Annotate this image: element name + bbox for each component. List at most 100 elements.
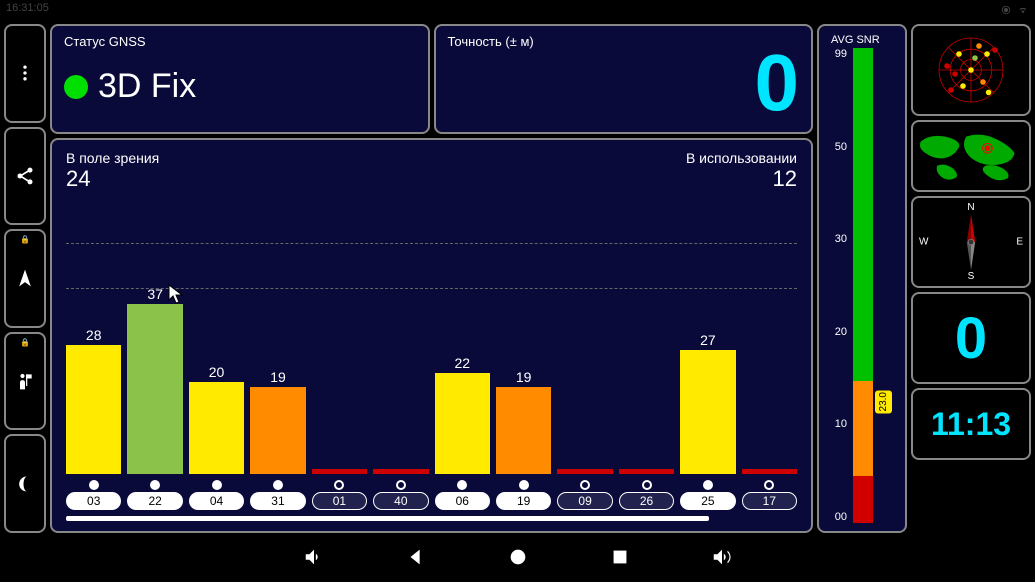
satellite-label-slot: 25 <box>680 476 735 510</box>
satellite-id-pill: 40 <box>373 492 428 510</box>
chart-scrollbar[interactable] <box>66 516 709 521</box>
wifi-icon <box>1017 5 1029 15</box>
satellite-label-slot: 09 <box>557 476 612 510</box>
snr-tick: 99 <box>825 48 847 60</box>
waypoint-button[interactable]: 🔒 <box>4 332 46 431</box>
sat-used-dot-icon <box>642 480 652 490</box>
bar-rect <box>435 373 490 474</box>
recents-button[interactable] <box>609 546 631 573</box>
gnss-status-panel[interactable]: Статус GNSS 3D Fix <box>50 24 430 134</box>
bar-rect <box>619 469 674 474</box>
bar-value: 37 <box>147 286 163 302</box>
skyplot-icon <box>926 30 1016 110</box>
satellite-bar <box>557 469 612 474</box>
share-button[interactable] <box>4 127 46 226</box>
bar-rect <box>312 469 367 474</box>
lock-icon: 🔒 <box>20 338 30 347</box>
satellite-label-slot: 26 <box>619 476 674 510</box>
satellite-bar: 28 <box>66 327 121 474</box>
home-icon <box>507 546 529 568</box>
in-view-count: 24 <box>66 166 159 192</box>
counter-panel[interactable]: 0 <box>911 292 1031 384</box>
sat-used-dot-icon <box>764 480 774 490</box>
worldmap-button[interactable] <box>911 120 1031 192</box>
satellite-bar <box>742 469 797 474</box>
bar-rect <box>127 304 182 474</box>
snr-ticks: 995030201000 <box>825 48 851 523</box>
satellite-id-pill: 19 <box>496 492 551 510</box>
sat-used-dot-icon <box>703 480 713 490</box>
navigation-button[interactable]: 🔒 <box>4 229 46 328</box>
snr-title: AVG SNR <box>831 34 880 46</box>
status-dot-icon <box>64 75 88 99</box>
recents-icon <box>609 546 631 568</box>
night-mode-button[interactable] <box>4 434 46 533</box>
navigation-icon <box>15 268 35 288</box>
more-vert-icon <box>15 63 35 83</box>
satellite-label-slot: 19 <box>496 476 551 510</box>
satellite-id-pill: 09 <box>557 492 612 510</box>
volume-up-icon <box>711 546 733 568</box>
satellite-bar: 20 <box>189 364 244 474</box>
in-use-count: 12 <box>686 166 797 192</box>
compass-s: S <box>968 271 975 282</box>
satellite-bar <box>373 469 428 474</box>
in-view-label: В поле зрения <box>66 150 159 166</box>
satellite-id-pill: 22 <box>127 492 182 510</box>
satellite-bar: 37 <box>127 286 182 474</box>
bar-value: 20 <box>209 364 225 380</box>
bar-value: 19 <box>516 369 532 385</box>
satellite-id-pill: 04 <box>189 492 244 510</box>
accuracy-panel[interactable]: Точность (± м) 0 <box>434 24 814 134</box>
bar-value: 27 <box>700 332 716 348</box>
satellite-label-slot: 40 <box>373 476 428 510</box>
accuracy-value: 0 <box>448 43 800 123</box>
sat-used-dot-icon <box>212 480 222 490</box>
gnss-status-title: Статус GNSS <box>64 34 416 49</box>
menu-button[interactable] <box>4 24 46 123</box>
bar-rect <box>250 387 305 474</box>
satellite-id-pill: 26 <box>619 492 674 510</box>
satellite-bar: 27 <box>680 332 735 474</box>
chart-area: 28372019221927 032204310140061909262517 <box>66 200 797 510</box>
bar-rect <box>557 469 612 474</box>
compass-needle-icon <box>936 207 1006 277</box>
satellite-label-slot: 03 <box>66 476 121 510</box>
sat-used-dot-icon <box>519 480 529 490</box>
sat-used-dot-icon <box>334 480 344 490</box>
volume-down-button[interactable] <box>303 546 325 573</box>
snr-panel[interactable]: AVG SNR 995030201000 23.0 <box>817 24 907 533</box>
clock-value: 11:13 <box>931 406 1011 443</box>
skyplot-button[interactable] <box>911 24 1031 116</box>
satellite-bar: 19 <box>250 369 305 474</box>
moon-icon <box>15 474 35 494</box>
bar-value: 22 <box>454 355 470 371</box>
satellite-label-slot: 01 <box>312 476 367 510</box>
satellite-id-pill: 01 <box>312 492 367 510</box>
bar-rect <box>680 350 735 474</box>
volume-up-button[interactable] <box>711 546 733 573</box>
satellite-id-pill: 06 <box>435 492 490 510</box>
sat-used-dot-icon <box>273 480 283 490</box>
satellite-chart-panel[interactable]: В поле зрения 24 В использовании 12 2837… <box>50 138 813 533</box>
snr-avg-marker: 23.0 <box>875 390 892 413</box>
satellite-bar <box>312 469 367 474</box>
clock-panel[interactable]: 11:13 <box>911 388 1031 460</box>
person-flag-icon <box>15 371 35 391</box>
satellite-id-pill: 25 <box>680 492 735 510</box>
statusbar-icons <box>1001 2 1029 18</box>
center-column: Статус GNSS 3D Fix Точность (± м) 0 В по… <box>50 24 813 533</box>
satellite-label-slot: 04 <box>189 476 244 510</box>
back-button[interactable] <box>405 546 427 573</box>
share-icon <box>15 166 35 186</box>
volume-icon <box>303 546 325 568</box>
home-button[interactable] <box>507 546 529 573</box>
compass-e: E <box>1016 237 1023 248</box>
gnss-status-value: 3D Fix <box>98 67 196 106</box>
compass-button[interactable]: N S E W <box>911 196 1031 288</box>
statusbar-time: 16:31:05 <box>6 2 49 18</box>
lock-icon: 🔒 <box>20 235 30 244</box>
snr-tick: 50 <box>825 141 847 153</box>
satellite-id-pill: 31 <box>250 492 305 510</box>
snr-tick: 00 <box>825 511 847 523</box>
